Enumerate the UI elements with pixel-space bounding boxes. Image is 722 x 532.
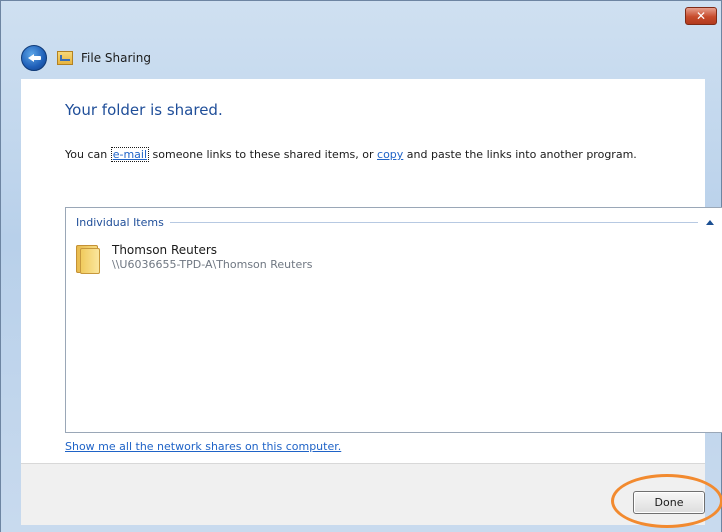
item-text: Thomson Reuters \\U6036655-TPD-A\Thomson… [112,243,312,272]
close-button[interactable]: ✕ [685,7,717,25]
back-button[interactable] [21,45,47,71]
content-panel: Your folder is shared. You can e-mail so… [21,79,722,463]
instruction-middle: someone links to these shared items, or [149,148,378,161]
instruction-suffix: and paste the links into another program… [403,148,637,161]
shared-items-list: Individual Items Thomson Reuters \\U6036… [65,207,722,433]
file-sharing-icon [57,51,73,65]
network-shares-link[interactable]: Show me all the network shares on this c… [65,440,341,453]
folder-icon [74,242,102,276]
item-path: \\U6036655-TPD-A\Thomson Reuters [112,258,313,271]
done-button[interactable]: Done [633,491,705,514]
copy-link[interactable]: copy [377,148,403,161]
chevron-up-icon[interactable] [706,219,714,225]
window-title: File Sharing [81,51,151,65]
group-label: Individual Items [76,215,164,229]
email-link[interactable]: e-mail [110,147,150,162]
group-divider [169,221,698,223]
instruction-prefix: You can [65,148,111,161]
file-sharing-window: ✕ File Sharing Your folder is shared. Yo… [0,0,722,532]
page-title: Your folder is shared. [65,101,223,119]
item-name: Thomson Reuters [112,243,218,257]
list-item[interactable]: Thomson Reuters \\U6036655-TPD-A\Thomson… [74,242,312,280]
footer-bar: Done [21,463,722,528]
close-icon: ✕ [695,9,707,23]
group-header: Individual Items [76,214,714,230]
sharing-instruction: You can e-mail someone links to these sh… [65,147,637,162]
title-bar: File Sharing [21,43,151,73]
